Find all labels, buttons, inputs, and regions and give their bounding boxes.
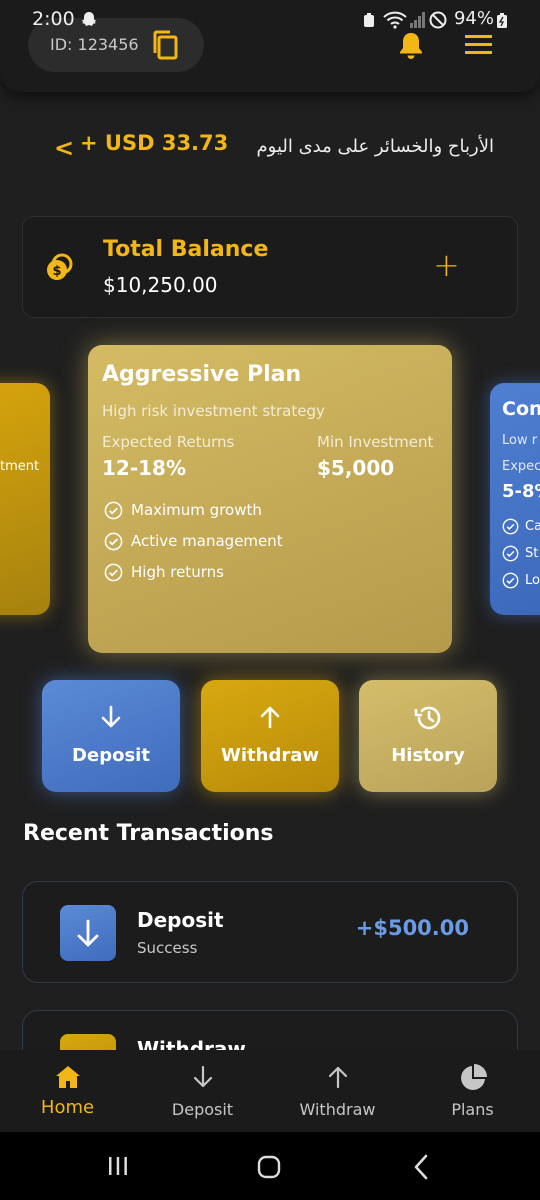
plan-feature: Active management <box>104 532 283 551</box>
withdraw-button-label: Withdraw <box>221 745 319 766</box>
scroll-content[interactable]: < + USD 33.73 الأرباح والخسائر على مدى ا… <box>0 0 540 1050</box>
plan-feature: High returns <box>104 563 224 582</box>
deposit-button-label: Deposit <box>72 745 150 766</box>
arrow-down-icon <box>101 705 121 728</box>
check-circle-icon <box>104 532 123 551</box>
battery-percent: 94% <box>453 8 494 29</box>
plan-feature-label: Active management <box>131 532 283 550</box>
nav-plans-label: Plans <box>451 1100 494 1119</box>
home-icon <box>55 1066 80 1088</box>
check-circle-icon <box>502 572 519 589</box>
arrow-down-icon <box>77 919 99 947</box>
plan-card-aggressive[interactable]: Aggressive Plan High risk investment str… <box>88 345 452 653</box>
battery-icon <box>497 13 507 28</box>
battery-saver-icon <box>364 13 374 27</box>
system-nav-bar <box>0 1132 540 1200</box>
transaction-amount: +$500.00 <box>355 916 469 940</box>
add-funds-button[interactable]: + <box>433 245 460 285</box>
arrow-up-icon <box>328 1066 347 1089</box>
plan-feature: Ca <box>502 518 540 535</box>
plan-subtitle: Low r <box>502 433 538 448</box>
balance-title: Total Balance <box>103 237 269 262</box>
min-investment-value: $5,000 <box>317 456 395 480</box>
signal-icon <box>410 12 425 28</box>
nav-deposit[interactable]: Deposit <box>135 1050 270 1132</box>
transaction-row[interactable]: Withdraw <box>22 1010 518 1050</box>
check-circle-icon <box>502 518 519 535</box>
withdraw-button[interactable]: Withdraw <box>201 680 339 792</box>
plan-subtitle: High risk investment strategy <box>102 402 325 420</box>
min-investment-label: Min Investment <box>317 433 434 451</box>
nav-plans[interactable]: Plans <box>405 1050 540 1132</box>
plan-title: Con <box>502 398 540 420</box>
bottom-nav: Home Deposit Withdraw Plans <box>0 1050 540 1132</box>
expected-returns-value: 12-18% <box>102 456 187 480</box>
plan-card-next[interactable]: Con Low r Expec 5-8% Ca St Lo <box>490 383 540 615</box>
nav-withdraw[interactable]: Withdraw <box>270 1050 405 1132</box>
plan-feature-label: Lo <box>525 573 540 588</box>
expected-returns-label: Expected Returns <box>102 433 235 451</box>
status-bar: 2:00 94% <box>0 0 540 40</box>
pnl-value: + USD 33.73 <box>80 131 229 155</box>
transaction-row[interactable]: Deposit Success +$500.00 <box>22 881 518 983</box>
plan-feature-label: Maximum growth <box>131 501 262 519</box>
transaction-icon <box>60 905 116 961</box>
pie-chart-icon <box>460 1064 487 1090</box>
pnl-label: الأرباح والخسائر على مدى اليوم <box>256 136 494 157</box>
wifi-icon <box>383 11 407 29</box>
transaction-name: Deposit <box>137 908 224 932</box>
balance-amount: $10,250.00 <box>103 273 218 297</box>
plan-feature-label: Ca <box>525 519 540 534</box>
transaction-name: Withdraw <box>137 1037 246 1050</box>
plan-feature: St <box>502 545 538 562</box>
back-icon[interactable] <box>410 1153 432 1181</box>
plan-feature: Maximum growth <box>104 501 262 520</box>
arrow-up-icon <box>260 706 280 729</box>
transaction-status: Success <box>137 939 198 957</box>
ghost-icon <box>81 12 97 26</box>
coins-icon: $ <box>47 253 73 280</box>
check-circle-icon <box>104 501 123 520</box>
check-circle-icon <box>502 545 519 562</box>
total-balance-card: $ Total Balance $10,250.00 + <box>22 216 518 318</box>
check-circle-icon <box>104 563 123 582</box>
expected-returns-label: Expec <box>502 459 540 474</box>
plan-title: Aggressive Plan <box>102 362 302 387</box>
status-time: 2:00 <box>32 8 75 30</box>
arrow-down-icon <box>193 1065 212 1088</box>
nav-withdraw-label: Withdraw <box>299 1100 376 1119</box>
history-icon <box>414 706 441 730</box>
app-screen: < + USD 33.73 الأرباح والخسائر على مدى ا… <box>0 0 540 1200</box>
nav-deposit-label: Deposit <box>171 1100 234 1119</box>
do-not-disturb-icon <box>429 11 447 29</box>
nav-home[interactable]: Home <box>0 1050 135 1132</box>
plan-card-previous[interactable]: tment <box>0 383 50 615</box>
expected-returns-value: 5-8% <box>502 481 540 502</box>
home-button-icon[interactable] <box>256 1154 282 1180</box>
plan-feature-label: St <box>525 546 539 561</box>
nav-home-label: Home <box>40 1097 95 1118</box>
recent-apps-icon[interactable] <box>106 1154 130 1178</box>
plan-card-previous-text: tment <box>0 459 40 474</box>
svg-text:$: $ <box>52 264 61 279</box>
history-button-label: History <box>391 745 465 766</box>
chevron-left-icon[interactable]: < <box>54 134 74 162</box>
transaction-icon <box>60 1034 116 1050</box>
plan-feature: Lo <box>502 572 540 589</box>
history-button[interactable]: History <box>359 680 497 792</box>
plan-feature-label: High returns <box>131 563 224 581</box>
deposit-button[interactable]: Deposit <box>42 680 180 792</box>
recent-transactions-title: Recent Transactions <box>23 821 274 846</box>
